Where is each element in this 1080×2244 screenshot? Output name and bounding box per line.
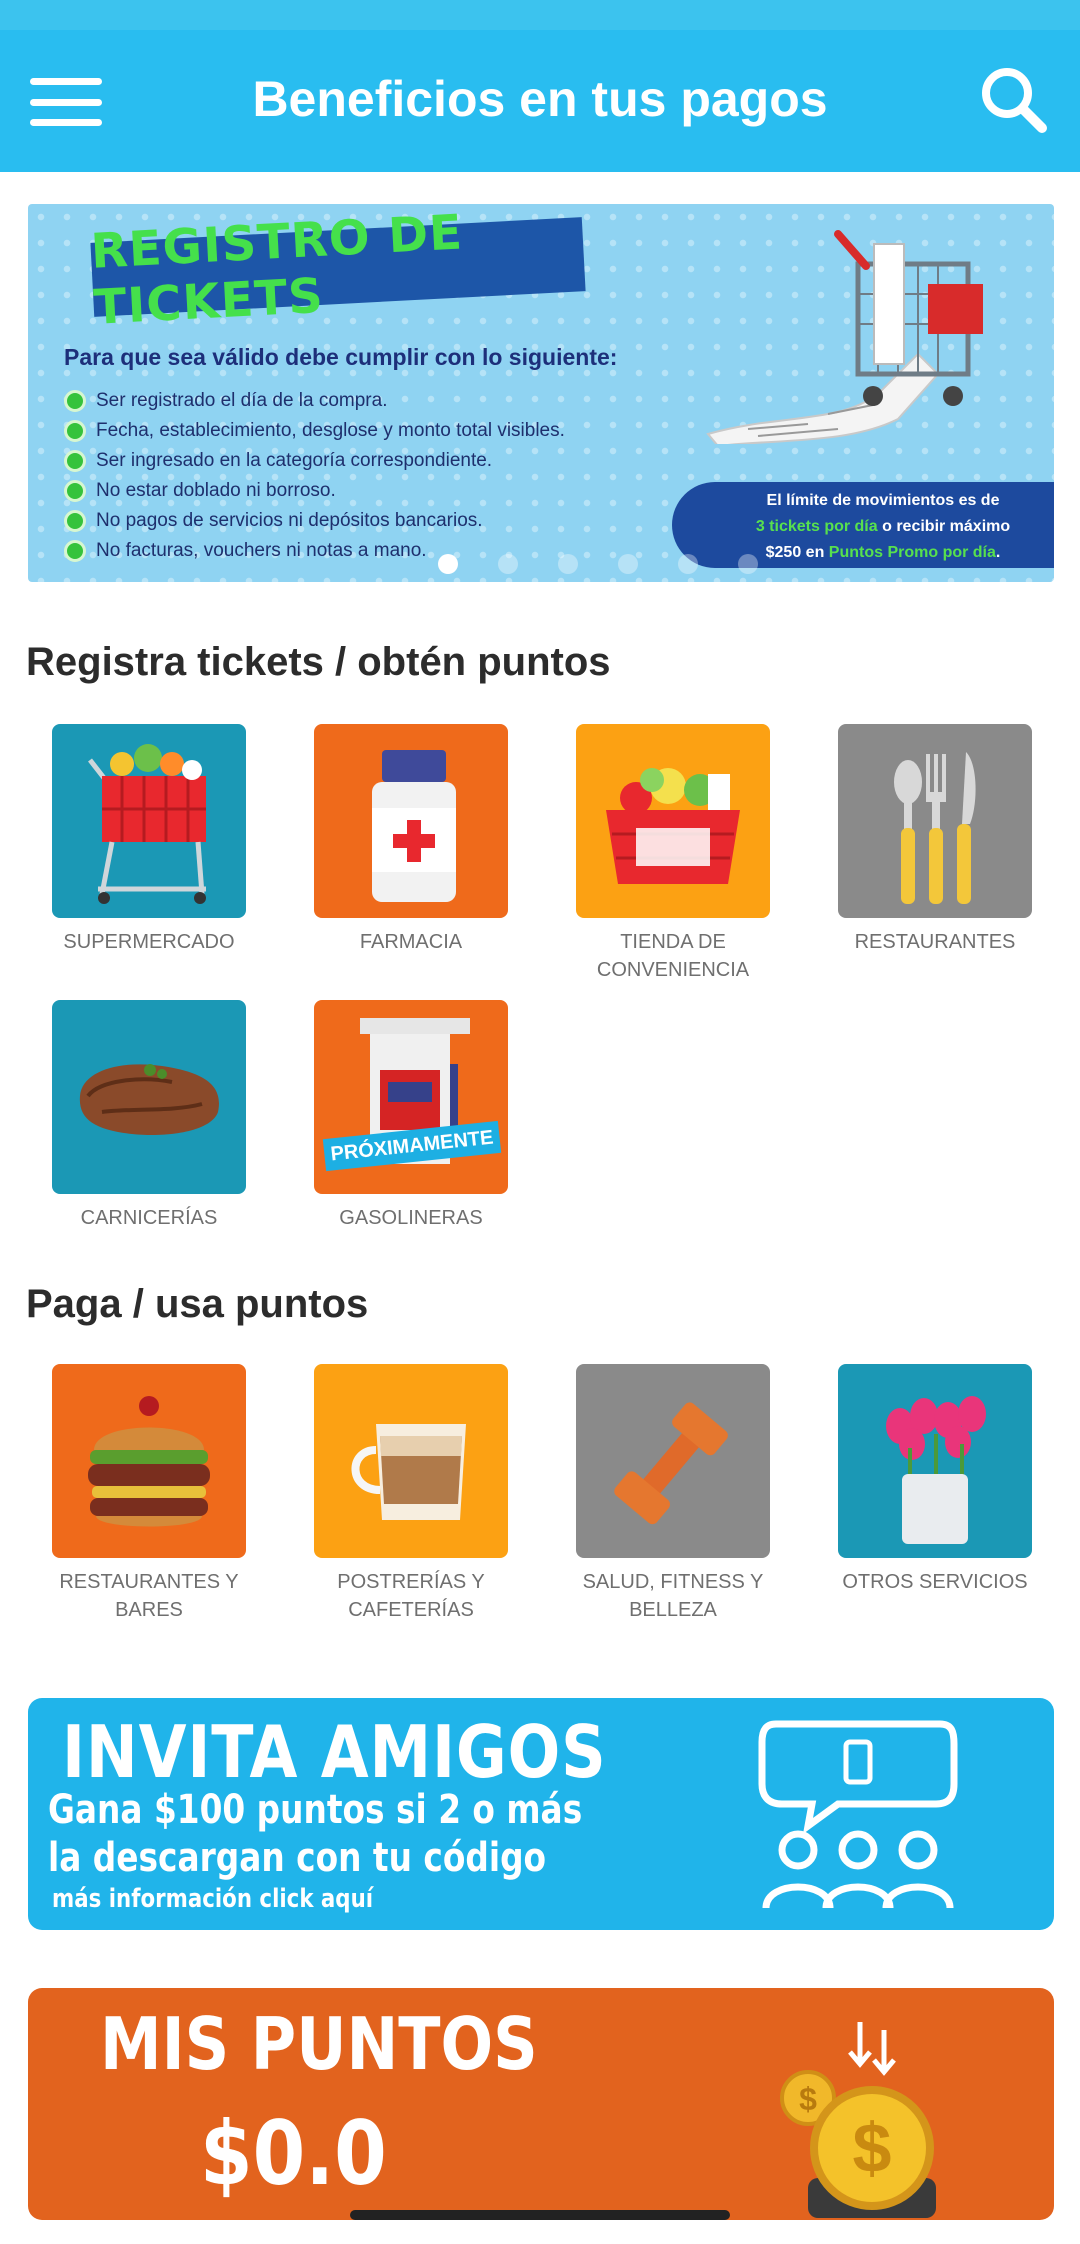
invite-people-chat-icon bbox=[758, 1720, 958, 1909]
category-label: SALUD, FITNESS Y BELLEZA bbox=[582, 1571, 764, 1621]
dumbbell-icon bbox=[576, 1364, 770, 1558]
banner-rule: Fecha, establecimiento, desglose y monto… bbox=[64, 416, 565, 446]
steak-icon bbox=[52, 1000, 246, 1194]
category-label: FARMACIA bbox=[359, 931, 463, 953]
category-postrerias-cafeterias[interactable]: POSTRERÍAS Y CAFETERÍAS bbox=[314, 1364, 508, 1624]
medicine-bottle-icon bbox=[314, 724, 508, 918]
tickets-banner-carousel[interactable]: REGISTRO DE TICKETS Para que sea válido … bbox=[28, 204, 1054, 582]
category-farmacia[interactable]: FARMACIA bbox=[314, 724, 508, 956]
category-otros-servicios[interactable]: OTROS SERVICIOS bbox=[838, 1364, 1032, 1596]
burger-icon bbox=[52, 1364, 246, 1558]
category-label: CARNICERÍAS bbox=[80, 1207, 218, 1229]
cutlery-icon bbox=[838, 724, 1032, 918]
category-gasolineras[interactable]: PRÓXIMAMENTE GASOLINERAS bbox=[314, 1000, 508, 1232]
carousel-dot[interactable] bbox=[678, 554, 698, 574]
search-icon[interactable] bbox=[974, 60, 1054, 140]
svg-text:$: $ bbox=[799, 2081, 817, 2117]
shopping-cart-icon bbox=[52, 724, 246, 918]
carousel-dot[interactable] bbox=[618, 554, 638, 574]
category-label: SUPERMERCADO bbox=[63, 931, 235, 953]
coffee-cup-icon bbox=[314, 1364, 508, 1558]
my-points-banner[interactable]: MIS PUNTOS $0.0 $ $ bbox=[28, 1988, 1054, 2220]
category-label: RESTAURANTES bbox=[854, 931, 1016, 953]
banner-rule: Ser ingresado en la categoría correspond… bbox=[64, 446, 565, 476]
carousel-dot[interactable] bbox=[738, 554, 758, 574]
banner-rules-list: Ser registrado el día de la compra. Fech… bbox=[64, 386, 565, 566]
svg-text:$: $ bbox=[853, 2109, 892, 2187]
category-label: TIENDA DE CONVENIENCIA bbox=[596, 931, 750, 981]
category-label: RESTAURANTES Y BARES bbox=[59, 1571, 239, 1621]
invite-friends-banner[interactable]: INVITA AMIGOS Gana $100 puntos si 2 o má… bbox=[28, 1698, 1054, 1930]
carousel-indicator[interactable] bbox=[438, 554, 758, 574]
shopping-cart-receipt-icon bbox=[706, 230, 983, 444]
grocery-basket-icon bbox=[576, 724, 770, 918]
category-supermercado[interactable]: SUPERMERCADO bbox=[52, 724, 246, 956]
category-label: POSTRERÍAS Y CAFETERÍAS bbox=[337, 1571, 485, 1621]
carousel-dot[interactable] bbox=[438, 554, 458, 574]
category-tienda-conveniencia[interactable]: TIENDA DE CONVENIENCIA bbox=[576, 724, 770, 984]
section-title-register: Registra tickets / obtén puntos bbox=[26, 640, 611, 684]
coin-icon: $ $ bbox=[780, 2022, 936, 2218]
banner-title: REGISTRO DE TICKETS bbox=[89, 204, 586, 336]
banner-subtitle: Para que sea válido debe cumplir con lo … bbox=[64, 344, 618, 370]
invite-title: INVITA AMIGOS bbox=[62, 1710, 607, 1794]
invite-subtitle: Gana $100 puntos si 2 o más la descargan… bbox=[48, 1787, 583, 1881]
banner-rule: No pagos de servicios ni depósitos banca… bbox=[64, 506, 565, 536]
invite-more-info-link[interactable]: más información click aquí bbox=[52, 1884, 373, 1914]
section-title-pay: Paga / usa puntos bbox=[26, 1282, 369, 1326]
category-label: OTROS SERVICIOS bbox=[842, 1571, 1028, 1593]
points-title: MIS PUNTOS bbox=[100, 2002, 538, 2086]
status-bar bbox=[0, 0, 1080, 30]
category-restaurantes-bares[interactable]: RESTAURANTES Y BARES bbox=[52, 1364, 246, 1624]
gas-pump-icon: PRÓXIMAMENTE bbox=[314, 1000, 508, 1194]
carousel-dot[interactable] bbox=[558, 554, 578, 574]
category-carnicerias[interactable]: CARNICERÍAS bbox=[52, 1000, 246, 1232]
page-title: Beneficios en tus pagos bbox=[252, 71, 828, 127]
flowers-icon bbox=[838, 1364, 1032, 1558]
app-bar: Beneficios en tus pagos bbox=[0, 30, 1080, 172]
points-value: $0.0 bbox=[200, 2102, 387, 2205]
banner-rule: No estar doblado ni borroso. bbox=[64, 476, 565, 506]
category-restaurantes[interactable]: RESTAURANTES bbox=[838, 724, 1032, 956]
banner-rule: Ser registrado el día de la compra. bbox=[64, 386, 565, 416]
carousel-dot[interactable] bbox=[498, 554, 518, 574]
category-label: GASOLINERAS bbox=[339, 1207, 483, 1229]
category-salud-fitness-belleza[interactable]: SALUD, FITNESS Y BELLEZA bbox=[576, 1364, 770, 1624]
home-indicator[interactable] bbox=[350, 2210, 730, 2220]
